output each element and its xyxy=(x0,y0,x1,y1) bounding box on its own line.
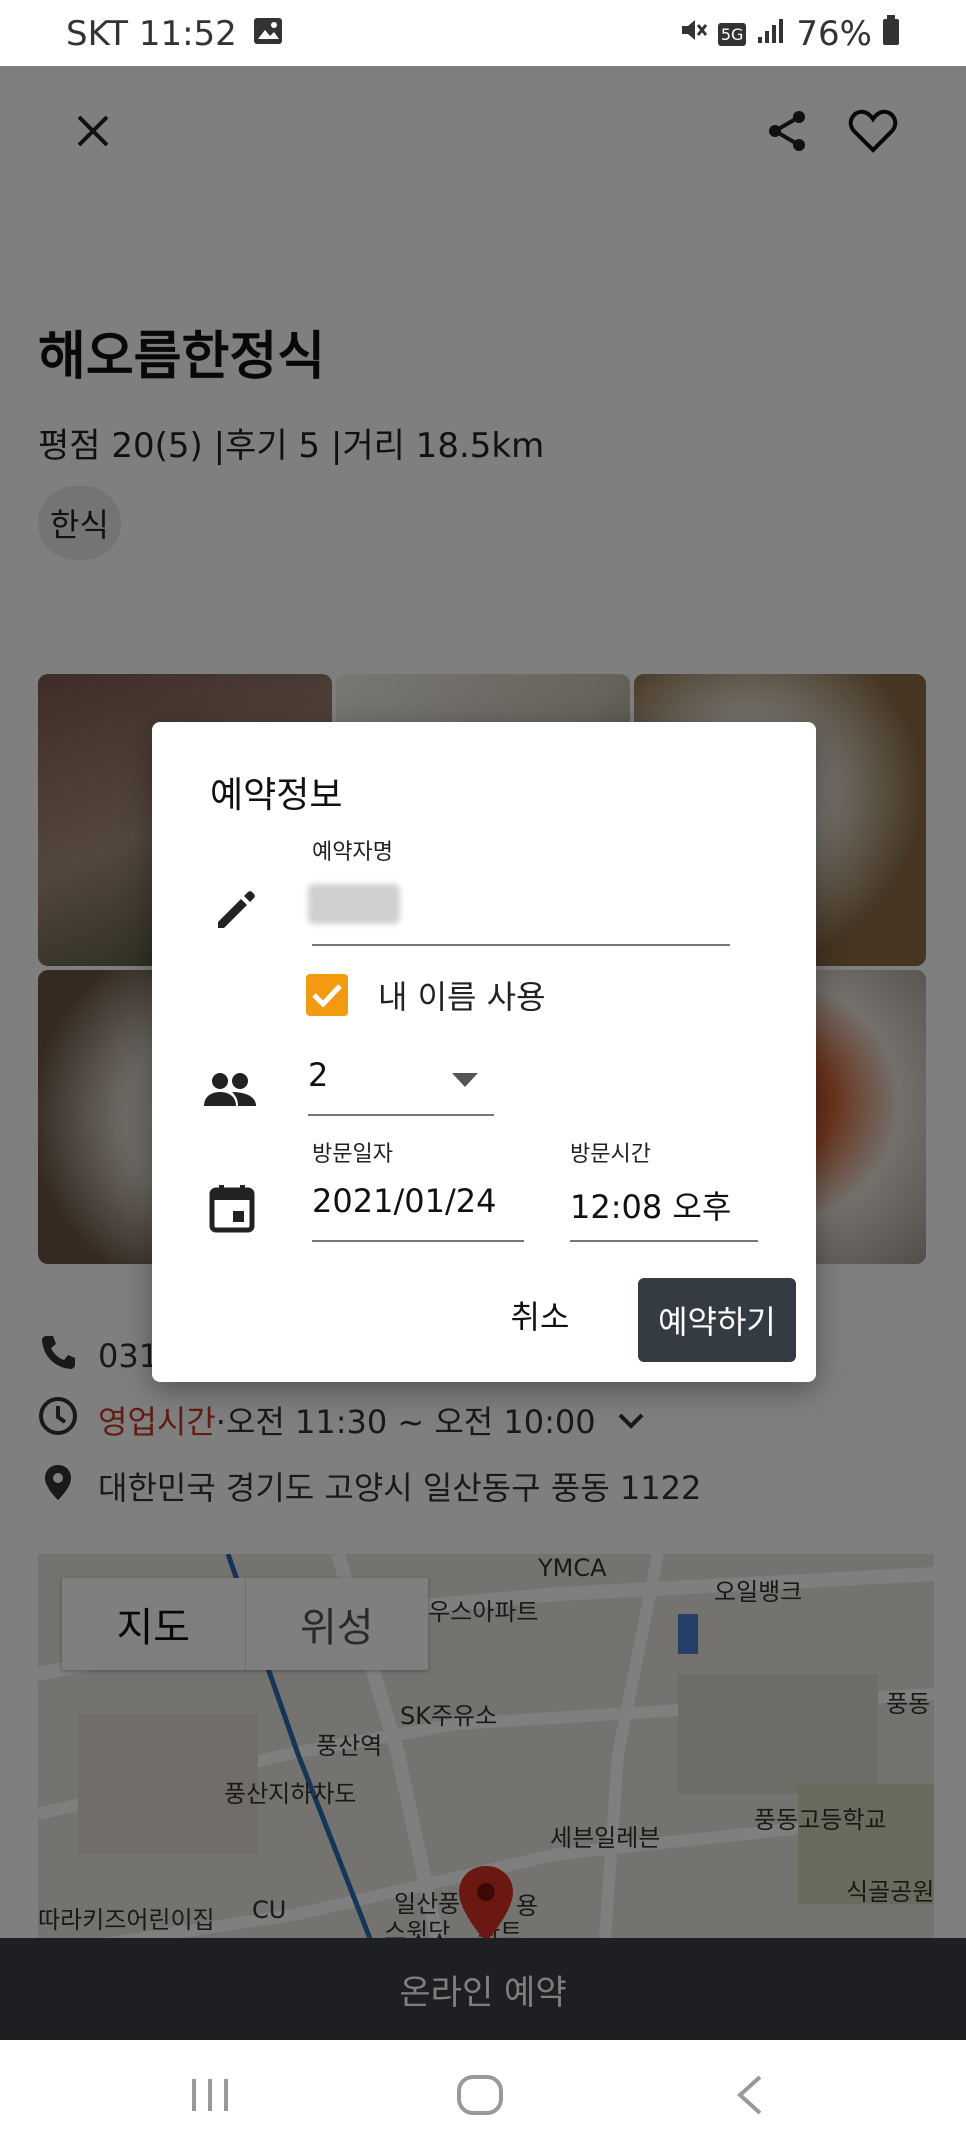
time-field-label: 방문시간 xyxy=(570,1142,651,1167)
use-my-name-label[interactable]: 내 이름 사용 xyxy=(378,972,546,1018)
back-icon[interactable] xyxy=(720,2070,780,2120)
calendar-icon xyxy=(204,1180,260,1236)
people-icon xyxy=(202,1062,258,1118)
date-field-label: 방문일자 xyxy=(312,1142,393,1167)
battery-percent: 76% xyxy=(796,14,872,54)
time-field-underline xyxy=(570,1240,758,1242)
time-field-value[interactable]: 12:08 오후 xyxy=(570,1182,731,1228)
reservation-dialog: 예약정보 예약자명 내 이름 사용 2 방문일자 2021/01/24 방문시간… xyxy=(152,722,816,1382)
network-5g-icon: 5G xyxy=(717,22,747,46)
signal-icon xyxy=(756,14,786,54)
date-field-underline xyxy=(312,1240,524,1242)
name-field-label: 예약자명 xyxy=(312,840,393,865)
use-my-name-checkbox[interactable] xyxy=(306,974,348,1016)
mute-icon xyxy=(678,14,708,54)
battery-icon xyxy=(882,14,900,54)
cancel-button[interactable]: 취소 xyxy=(490,1282,590,1348)
party-size-underline xyxy=(308,1114,494,1116)
system-nav-bar xyxy=(0,2040,966,2147)
status-bar: SKT 11:52 5G 76% xyxy=(0,0,966,66)
pencil-icon xyxy=(208,882,264,938)
name-field-underline xyxy=(312,944,730,946)
party-size-value[interactable]: 2 xyxy=(308,1056,328,1094)
gallery-icon xyxy=(253,14,283,54)
carrier-time: SKT 11:52 xyxy=(66,14,237,54)
home-icon[interactable] xyxy=(450,2070,510,2120)
name-field-value[interactable] xyxy=(308,884,400,924)
recent-apps-icon[interactable] xyxy=(180,2070,240,2120)
dialog-title: 예약정보 xyxy=(210,775,343,816)
dropdown-arrow-icon[interactable] xyxy=(452,1072,478,1091)
reserve-button[interactable]: 예약하기 xyxy=(638,1278,796,1362)
date-field-value[interactable]: 2021/01/24 xyxy=(312,1182,496,1220)
